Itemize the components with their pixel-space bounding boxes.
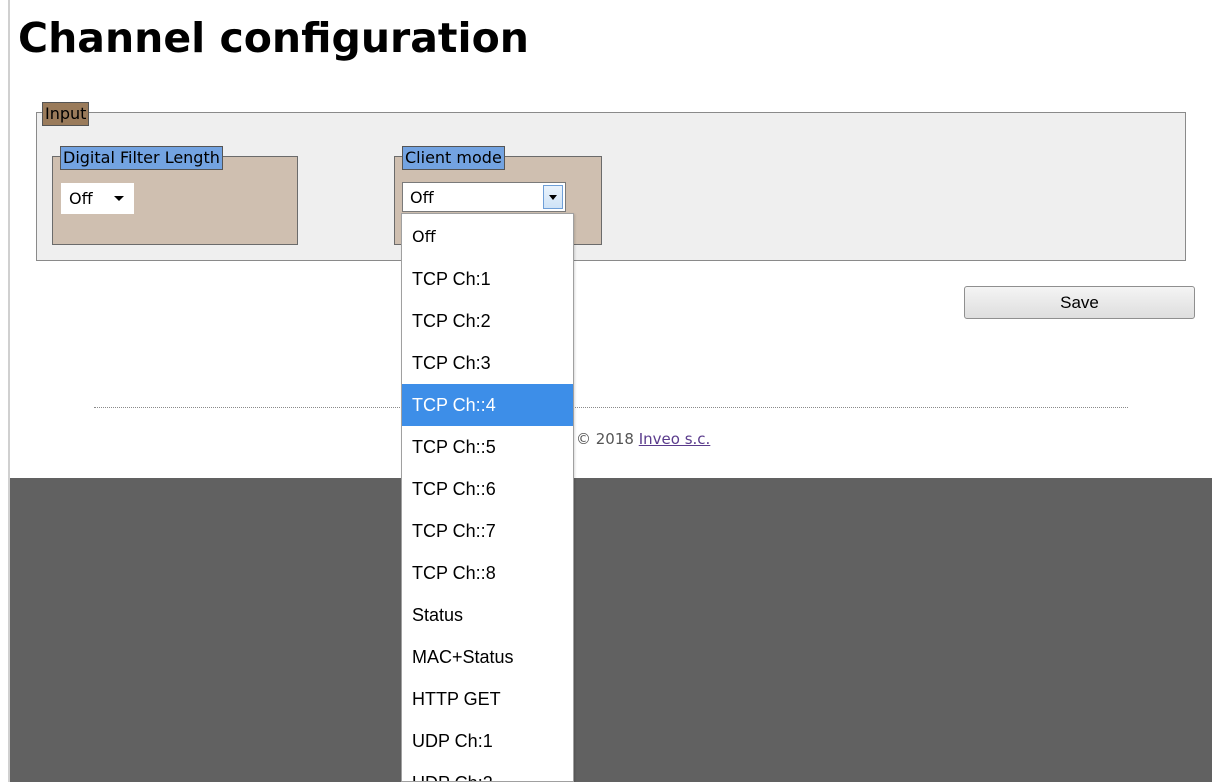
dropdown-button[interactable] [543, 185, 563, 209]
digital-filter-select[interactable]: Off [61, 183, 134, 214]
dropdown-option-tcp-ch3[interactable]: TCP Ch:3 [402, 342, 573, 384]
client-mode-select[interactable]: Off [402, 182, 566, 212]
dropdown-option-tcp-ch8[interactable]: TCP Ch::8 [402, 552, 573, 594]
footer-divider [94, 407, 1128, 408]
client-mode-value: Off [410, 187, 434, 207]
save-button[interactable]: Save [964, 286, 1195, 319]
footer-copyright: © 2018 [576, 430, 634, 448]
dropdown-option-udp-ch2[interactable]: UDP Ch:2 [402, 762, 573, 781]
dropdown-option-off[interactable]: Off [402, 214, 573, 258]
chevron-down-icon [549, 195, 557, 200]
dropdown-option-udp-ch1[interactable]: UDP Ch:1 [402, 720, 573, 762]
dropdown-option-tcp-ch1[interactable]: TCP Ch:1 [402, 258, 573, 300]
footer: © 2018 Inveo s.c. [576, 430, 710, 448]
page-title: Channel configuration [18, 14, 529, 62]
client-mode-legend: Client mode [402, 146, 505, 170]
digital-filter-value: Off [69, 189, 93, 208]
dropdown-option-http-get[interactable]: HTTP GET [402, 678, 573, 720]
dark-background-area [10, 478, 1212, 782]
frame-left-border [0, 0, 10, 782]
digital-filter-legend: Digital Filter Length [60, 146, 223, 170]
dropdown-option-mac-status[interactable]: MAC+Status [402, 636, 573, 678]
dropdown-option-status[interactable]: Status [402, 594, 573, 636]
dropdown-option-tcp-ch4[interactable]: TCP Ch::4 [402, 384, 573, 426]
client-mode-dropdown-list[interactable]: Off TCP Ch:1 TCP Ch:2 TCP Ch:3 TCP Ch::4… [401, 213, 574, 782]
dropdown-option-tcp-ch2[interactable]: TCP Ch:2 [402, 300, 573, 342]
dropdown-option-tcp-ch7[interactable]: TCP Ch::7 [402, 510, 573, 552]
dropdown-option-tcp-ch5[interactable]: TCP Ch::5 [402, 426, 573, 468]
footer-link[interactable]: Inveo s.c. [639, 430, 711, 448]
dropdown-option-tcp-ch6[interactable]: TCP Ch::6 [402, 468, 573, 510]
input-legend: Input [42, 102, 90, 126]
chevron-down-icon [114, 196, 124, 201]
